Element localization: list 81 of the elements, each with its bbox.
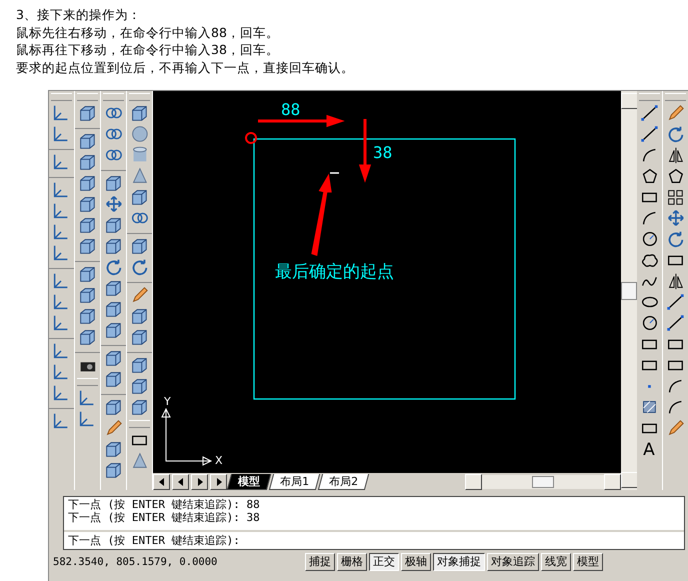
toolbar-grip[interactable]	[77, 378, 98, 386]
vertical-scrollbar[interactable]	[621, 91, 637, 490]
left-triangle-icon[interactable]	[158, 478, 166, 486]
move-arrows-icon[interactable]	[103, 194, 123, 214]
horizontal-scrollbar[interactable]	[465, 474, 621, 488]
cube-icon[interactable]	[77, 215, 97, 235]
cube-icon[interactable]	[77, 194, 97, 214]
layout-tab[interactable]: 布局1	[268, 474, 320, 490]
line-icon[interactable]	[639, 124, 659, 144]
toolbar-grip[interactable]	[639, 93, 660, 101]
line-icon[interactable]	[639, 103, 659, 123]
ucs-axis-drawing	[161, 408, 212, 466]
cube-icon[interactable]	[103, 278, 123, 298]
cube-icon[interactable]	[103, 397, 123, 417]
cube-icon[interactable]	[77, 152, 97, 172]
status-toggle-button[interactable]: 极轴	[401, 552, 431, 570]
cube-icon[interactable]	[129, 306, 149, 326]
down-arrow	[358, 118, 372, 183]
status-toggle-button[interactable]: 正交	[369, 552, 399, 570]
cube-icon[interactable]	[103, 215, 123, 235]
cube-icon[interactable]	[129, 397, 149, 417]
cursor-mark	[330, 172, 339, 174]
cube-icon[interactable]	[103, 173, 123, 193]
cube-icon[interactable]	[77, 264, 97, 284]
sphere-icon[interactable]	[129, 124, 149, 144]
cube-icon[interactable]	[129, 355, 149, 375]
axis-label: Y	[164, 395, 171, 408]
cube-icon[interactable]	[129, 376, 149, 396]
cube-icon[interactable]	[103, 348, 123, 368]
status-toggle-button[interactable]: 栅格	[337, 552, 367, 570]
cube-icon[interactable]	[77, 131, 97, 151]
toolbar-grip[interactable]	[129, 420, 150, 428]
instruction-text: 鼠标再往下移动，在命令行中输入38，回车。	[16, 41, 280, 58]
layout-tab[interactable]: 布局2	[318, 474, 370, 490]
distance-label: 88	[281, 100, 300, 119]
cube-icon[interactable]	[103, 460, 123, 480]
text-tool-button[interactable]: A	[637, 439, 661, 461]
cube-icon[interactable]	[103, 236, 123, 256]
cube-icon[interactable]	[129, 103, 149, 123]
toolbar-grip[interactable]	[103, 93, 124, 101]
status-toggle-button[interactable]: 模型	[573, 552, 603, 570]
right-triangle-icon[interactable]	[196, 478, 204, 486]
cube-icon[interactable]	[129, 236, 149, 256]
cube-icon[interactable]	[77, 103, 97, 123]
cube-icon[interactable]	[103, 320, 123, 340]
cube-icon[interactable]	[103, 439, 123, 459]
cube-icon[interactable]	[103, 299, 123, 319]
line-icon[interactable]	[665, 313, 685, 333]
layout-tab[interactable]: 模型	[226, 474, 272, 490]
cube-icon[interactable]	[129, 187, 149, 207]
status-toggle-button[interactable]: 对象捕捉	[433, 552, 485, 570]
instruction-text: 要求的起点位置到位后，不再输入下一点，直接回车确认。	[16, 58, 355, 76]
status-toggle-button[interactable]: 线宽	[541, 552, 571, 570]
coordinates-readout: 582.3540, 805.1579, 0.0000	[52, 556, 218, 568]
callout-text: 最后确定的起点	[275, 262, 394, 282]
step-heading: 3、接下来的操作为：	[16, 6, 142, 24]
cube-icon[interactable]	[77, 327, 97, 347]
left-triangle-icon[interactable]	[176, 478, 184, 486]
instruction-text: 鼠标先往右移动，在命令行中输入88，回车。	[16, 24, 280, 41]
toolbar-grip[interactable]	[129, 93, 150, 101]
move-arrows-icon[interactable]	[665, 208, 685, 228]
cube-icon[interactable]	[77, 236, 97, 256]
distance-label: 38	[373, 143, 392, 162]
cube-icon[interactable]	[77, 173, 97, 193]
toolbar-grip[interactable]	[51, 93, 72, 101]
command-prompt[interactable]: 下一点 (按 ENTER 键结束追踪):	[64, 532, 684, 549]
status-toggle-button[interactable]: 捕捉	[305, 552, 335, 570]
cube-icon[interactable]	[129, 327, 149, 347]
line-icon[interactable]	[665, 292, 685, 312]
command-history-line: 下一点 (按 ENTER 键结束追踪): 38	[68, 511, 261, 524]
right-triangle-icon[interactable]	[214, 478, 222, 486]
start-point-circle	[245, 132, 257, 144]
cube-icon[interactable]	[103, 369, 123, 389]
cube-icon[interactable]	[77, 285, 97, 305]
cube-icon[interactable]	[77, 306, 97, 326]
toolbar-grip[interactable]	[77, 93, 98, 101]
axis-label: X	[215, 454, 223, 467]
toolbar-grip[interactable]	[665, 93, 686, 101]
status-toggle-button[interactable]: 对象追踪	[487, 552, 539, 570]
grid-icon[interactable]	[665, 187, 685, 207]
command-history-line: 下一点 (按 ENTER 键结束追踪): 88	[68, 498, 261, 511]
